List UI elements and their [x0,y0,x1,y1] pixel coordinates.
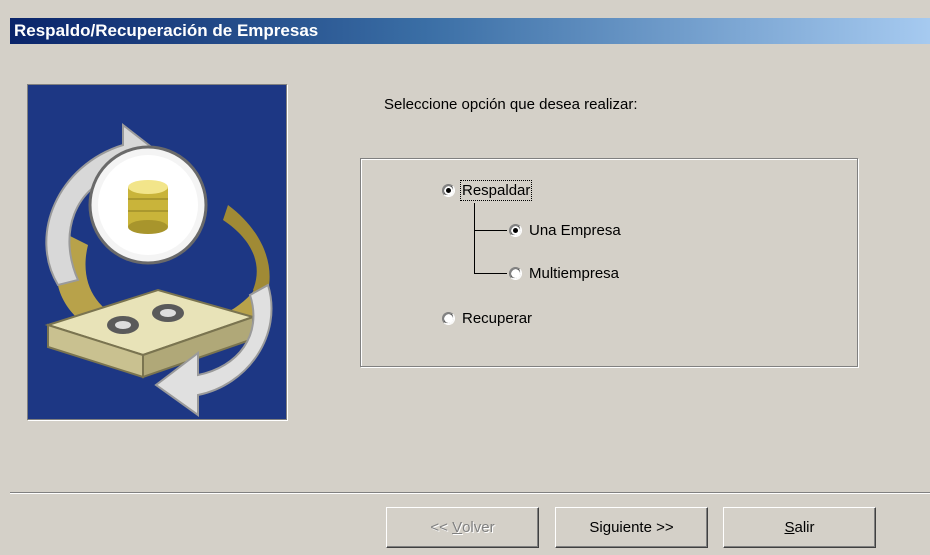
radio-recuperar-indicator[interactable] [442,312,455,325]
back-button[interactable]: << Volver [386,507,539,548]
exit-button-accel: S [784,519,795,536]
backup-restore-illustration-icon [27,84,287,420]
exit-button-rest: alir [794,519,815,536]
tree-line-multi [474,273,507,274]
radio-multiempresa-label[interactable]: Multiempresa [529,265,619,282]
tree-line-una [474,230,507,231]
radio-multiempresa[interactable]: Multiempresa [509,265,619,282]
radio-una-empresa-label[interactable]: Una Empresa [529,222,621,239]
instruction-text: Seleccione opción que desea realizar: [384,96,638,113]
radio-una-empresa-indicator[interactable] [509,224,522,237]
radio-respaldar-label[interactable]: Respaldar [459,180,533,201]
next-button-rest: uiente >> [611,519,674,536]
next-button[interactable]: Si g uiente >> [555,507,708,548]
radio-recuperar-label[interactable]: Recuperar [462,310,532,327]
next-button-accel: g [602,519,612,536]
window-title: Respaldo/Recuperación de Empresas [14,21,319,40]
tree-line-vertical [474,203,475,274]
window-left-edge [0,18,10,555]
window-title-bar[interactable]: Respaldo/Recuperación de Empresas [10,18,930,44]
options-group-box: Respaldar Una Empresa Multiempresa Recup… [360,158,858,367]
back-button-prefix: << [430,519,453,536]
radio-respaldar-indicator[interactable] [442,184,455,197]
radio-multiempresa-indicator[interactable] [509,267,522,280]
next-button-prefix: Si [589,519,603,536]
exit-button[interactable]: Salir [723,507,876,548]
footer-separator [10,492,930,494]
top-strip [0,0,930,18]
back-button-accel: V [452,519,463,536]
backup-illustration-graphic [28,85,286,419]
radio-recuperar[interactable]: Recuperar [442,310,532,327]
back-button-rest: olver [462,519,495,536]
radio-una-empresa[interactable]: Una Empresa [509,222,621,239]
radio-respaldar[interactable]: Respaldar [442,180,533,201]
